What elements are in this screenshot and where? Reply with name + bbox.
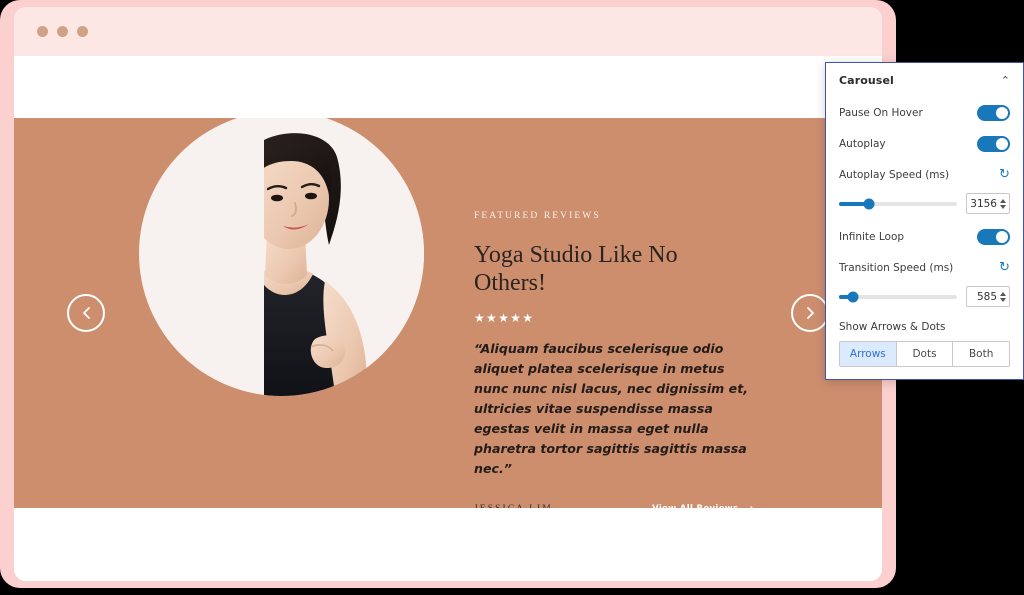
autoplay-speed-slider[interactable] [839, 198, 957, 209]
carousel-prev-button[interactable] [67, 294, 105, 332]
carousel-slide: FEATURED REVIEWS Yoga Studio Like No Oth… [14, 118, 882, 508]
infinite-loop-label: Infinite Loop [839, 230, 905, 243]
infinite-loop-toggle[interactable] [977, 228, 1010, 245]
reset-icon[interactable]: ↺ [999, 260, 1010, 275]
stepper-arrows-icon[interactable] [1000, 291, 1006, 302]
slider-thumb[interactable] [863, 198, 874, 209]
panel-header[interactable]: Carousel ⌃ [826, 63, 1023, 97]
autoplay-label: Autoplay [839, 137, 886, 150]
panel-body: Pause On Hover Autoplay Autoplay Speed (… [826, 97, 1023, 379]
view-all-reviews-link[interactable]: View All Reviews ⇢ [652, 503, 754, 508]
screenshot-root: FEATURED REVIEWS Yoga Studio Like No Oth… [0, 0, 1024, 595]
page-footer-area [14, 508, 882, 581]
star-rating-icon: ★★★★★ [474, 311, 535, 326]
chevron-left-icon [82, 307, 90, 319]
pause-on-hover-label: Pause On Hover [839, 106, 923, 119]
testimonial-headline: Yoga Studio Like No Others! [474, 242, 678, 296]
window-dot-close[interactable] [37, 26, 48, 37]
reset-icon[interactable]: ↺ [999, 167, 1010, 182]
browser-titlebar [14, 7, 882, 56]
setting-row-pause-on-hover: Pause On Hover [839, 97, 1010, 128]
testimonial-quote: “Aliquam faucibus scelerisque odio aliqu… [474, 341, 749, 476]
testimonial-byline-row: JESSICA LIM View All Reviews ⇢ [474, 503, 754, 508]
arrow-right-icon: ⇢ [744, 503, 754, 508]
segment-arrows[interactable]: Arrows [840, 342, 897, 366]
testimonial-portrait [139, 118, 424, 401]
window-dot-maximize[interactable] [77, 26, 88, 37]
chevron-up-icon[interactable]: ⌃ [1001, 75, 1010, 86]
segment-both[interactable]: Both [953, 342, 1009, 366]
autoplay-speed-value: 3156 [970, 197, 997, 210]
setting-row-autoplay-speed: Autoplay Speed (ms) ↺ [839, 159, 1010, 190]
toggle-knob [996, 137, 1008, 150]
toggle-knob [996, 106, 1008, 119]
setting-row-transition-speed: Transition Speed (ms) ↺ [839, 252, 1010, 283]
segment-dots[interactable]: Dots [896, 342, 954, 366]
transition-speed-controls: 585 [839, 283, 1010, 314]
transition-speed-label: Transition Speed (ms) [839, 261, 954, 274]
testimonial-eyebrow: FEATURED REVIEWS [474, 211, 601, 221]
autoplay-toggle[interactable] [977, 135, 1010, 152]
setting-row-autoplay: Autoplay [839, 128, 1010, 159]
transition-speed-slider[interactable] [839, 291, 957, 302]
show-arrows-dots-button-group: Arrows Dots Both [839, 341, 1010, 367]
carousel-settings-panel: Carousel ⌃ Pause On Hover Autoplay Autop… [825, 62, 1024, 380]
view-all-reviews-label: View All Reviews [652, 504, 738, 508]
testimonial-author: JESSICA LIM [474, 504, 553, 508]
browser-window: FEATURED REVIEWS Yoga Studio Like No Oth… [14, 7, 882, 581]
pause-on-hover-toggle[interactable] [977, 104, 1010, 121]
carousel-next-button[interactable] [791, 294, 829, 332]
show-arrows-dots-label: Show Arrows & Dots [839, 321, 946, 333]
stepper-arrows-icon[interactable] [1000, 198, 1006, 209]
transition-speed-stepper[interactable]: 585 [966, 286, 1010, 307]
browser-frame: FEATURED REVIEWS Yoga Studio Like No Oth… [0, 0, 896, 588]
toggle-knob [996, 230, 1008, 243]
chevron-right-icon [806, 307, 814, 319]
autoplay-speed-label: Autoplay Speed (ms) [839, 168, 950, 181]
slider-thumb[interactable] [847, 291, 859, 302]
setting-row-infinite-loop: Infinite Loop [839, 221, 1010, 252]
panel-title: Carousel [839, 74, 894, 87]
site-header [14, 56, 882, 118]
autoplay-speed-stepper[interactable]: 3156 [966, 193, 1010, 214]
testimonial-content: FEATURED REVIEWS Yoga Studio Like No Oth… [474, 211, 754, 508]
autoplay-speed-controls: 3156 [839, 190, 1010, 221]
transition-speed-value: 585 [976, 290, 997, 303]
window-dot-minimize[interactable] [57, 26, 68, 37]
